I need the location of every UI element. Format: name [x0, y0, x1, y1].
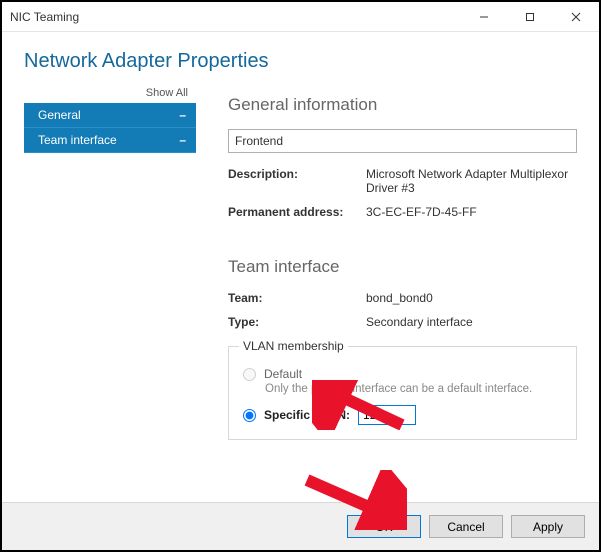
description-value: Microsoft Network Adapter Multiplexor Dr…: [366, 167, 577, 195]
sidebar: Show All General – Team interface –: [24, 87, 196, 502]
sidebar-item-label: General: [38, 108, 81, 122]
header: Network Adapter Properties: [2, 32, 599, 87]
ok-button[interactable]: OK: [347, 515, 421, 538]
team-label: Team:: [228, 291, 366, 305]
permanent-address-label: Permanent address:: [228, 205, 366, 219]
sidebar-item-general[interactable]: General –: [24, 103, 196, 128]
maximize-button[interactable]: [507, 2, 553, 31]
vlan-default-input: [243, 368, 256, 381]
apply-button[interactable]: Apply: [511, 515, 585, 538]
type-label: Type:: [228, 315, 366, 329]
section-title-general: General information: [228, 95, 577, 115]
page-title: Network Adapter Properties: [24, 50, 577, 73]
vlan-id-input[interactable]: [358, 405, 416, 425]
description-label: Description:: [228, 167, 366, 195]
minimize-button[interactable]: [461, 2, 507, 31]
collapse-icon: –: [179, 108, 186, 122]
vlan-specific-radio[interactable]: Specific VLAN:: [243, 405, 566, 425]
window-controls: [461, 2, 599, 31]
sidebar-item-team-interface[interactable]: Team interface –: [24, 128, 196, 153]
permanent-address-value: 3C-EC-EF-7D-45-FF: [366, 205, 477, 219]
vlan-specific-label: Specific VLAN:: [264, 408, 350, 422]
titlebar: NIC Teaming: [2, 2, 599, 32]
adapter-name-field[interactable]: Frontend: [228, 129, 577, 153]
window-title: NIC Teaming: [10, 10, 461, 24]
sidebar-item-label: Team interface: [38, 133, 117, 147]
main-panel: General information Frontend Description…: [196, 87, 599, 502]
type-value: Secondary interface: [366, 315, 473, 329]
vlan-default-hint: Only the primary interface can be a defa…: [265, 383, 566, 395]
team-value: bond_bond0: [366, 291, 433, 305]
vlan-specific-input[interactable]: [243, 409, 256, 422]
vlan-default-label: Default: [264, 367, 302, 381]
section-title-team-interface: Team interface: [228, 257, 577, 277]
dialog-footer: OK Cancel Apply: [2, 502, 599, 550]
show-all-link[interactable]: Show All: [24, 87, 196, 103]
vlan-legend: VLAN membership: [239, 339, 348, 353]
cancel-button[interactable]: Cancel: [429, 515, 503, 538]
vlan-membership-group: VLAN membership Default Only the primary…: [228, 339, 577, 440]
vlan-default-radio[interactable]: Default: [243, 367, 566, 381]
collapse-icon: –: [179, 133, 186, 147]
close-button[interactable]: [553, 2, 599, 31]
